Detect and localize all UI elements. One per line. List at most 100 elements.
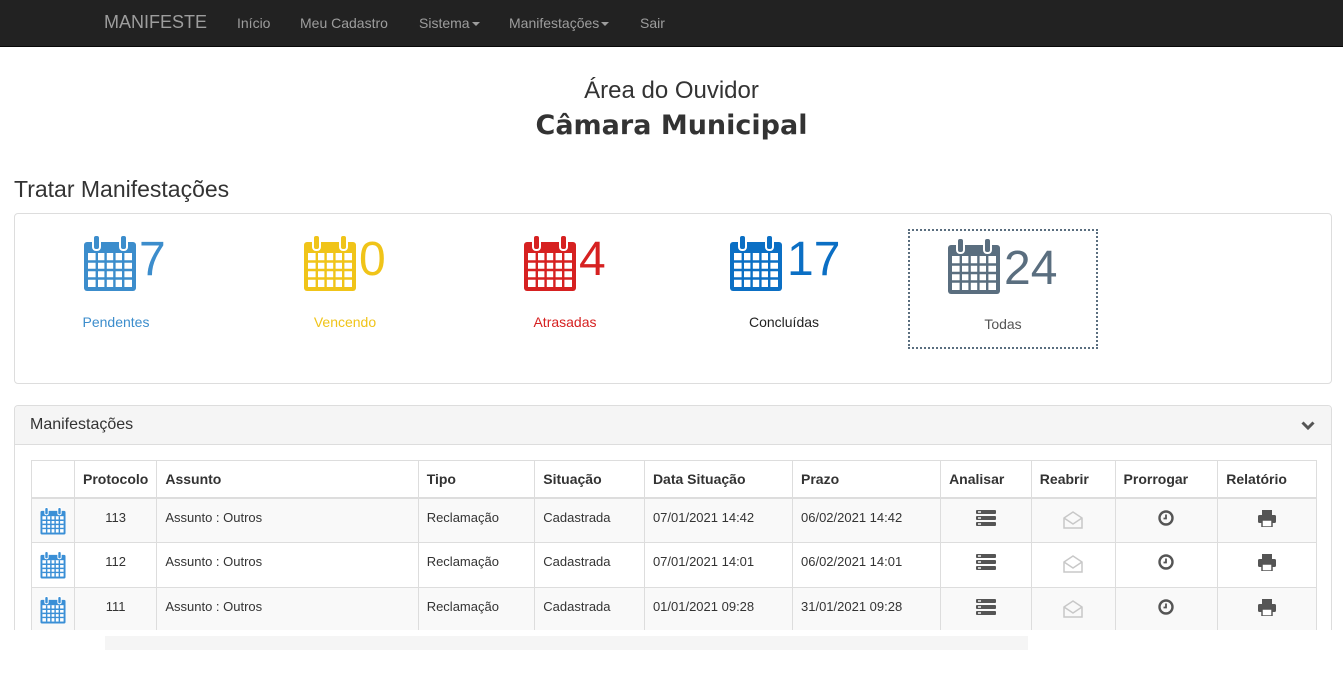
col-header-situacao[interactable]: Situação xyxy=(534,460,645,499)
list-icon[interactable] xyxy=(975,509,996,529)
nav-manifestacoes-label: Manifestações xyxy=(509,15,600,31)
table-row: 113 Assunto : Outros Reclamação Cadastra… xyxy=(31,497,1317,543)
table-row: 112 Assunto : Outros Reclamação Cadastra… xyxy=(31,542,1317,588)
brand-link[interactable]: MANIFESTE xyxy=(104,12,207,33)
stat-concluidas[interactable]: 17 Concluídas xyxy=(675,214,875,334)
caret-down-icon xyxy=(471,22,480,27)
nav-sistema-dropdown[interactable]: Sistema xyxy=(419,15,480,31)
print-icon[interactable] xyxy=(1258,509,1277,530)
stats-panel: 7 Pendentes 0 Vencendo 4 Atrasadas 17 Co… xyxy=(14,213,1332,384)
manifestacoes-panel: Manifestações Protocolo Assunto Tipo Sit… xyxy=(14,405,1332,645)
cell-tipo: Reclamação xyxy=(417,587,536,633)
cell-situacao: Cadastrada xyxy=(534,497,645,543)
cell-protocolo: 111 xyxy=(73,587,158,633)
col-header-data-situacao[interactable]: Data Situação xyxy=(643,460,794,499)
cell-analisar xyxy=(940,587,1032,633)
chevron-down-icon[interactable] xyxy=(1301,418,1315,434)
cell-prorrogar xyxy=(1114,542,1219,588)
envelope-open-icon[interactable] xyxy=(1062,599,1084,622)
nav-meu-cadastro[interactable]: Meu Cadastro xyxy=(300,15,388,31)
col-header-icon xyxy=(31,460,75,499)
stat-atrasadas[interactable]: 4 Atrasadas xyxy=(465,214,665,334)
table-row: 111 Assunto : Outros Reclamação Cadastra… xyxy=(31,587,1317,633)
col-header-prorrogar: Prorrogar xyxy=(1114,460,1219,499)
cell-reabrir xyxy=(1030,542,1116,588)
cell-situacao: Cadastrada xyxy=(534,587,645,633)
cell-analisar xyxy=(940,542,1032,588)
calendar-icon xyxy=(40,551,66,582)
cell-prazo: 31/01/2021 09:28 xyxy=(791,587,942,633)
envelope-open-icon[interactable] xyxy=(1062,510,1084,533)
nav-inicio[interactable]: Início xyxy=(237,15,270,31)
calendar-icon xyxy=(83,234,137,295)
panel-heading[interactable]: Manifestações xyxy=(15,406,1331,445)
stat-todas-label: Todas xyxy=(984,316,1022,332)
cell-assunto: Assunto : Outros xyxy=(156,587,419,633)
cell-tipo: Reclamação xyxy=(417,542,536,588)
col-header-relatorio: Relatório xyxy=(1217,460,1317,499)
cell-reabrir xyxy=(1030,587,1116,633)
cell-relatorio xyxy=(1217,587,1317,633)
row-calendar-cell xyxy=(31,587,75,633)
page-subtitle: Área do Ouvidor xyxy=(584,77,759,104)
col-header-analisar: Analisar xyxy=(940,460,1032,499)
stat-vencendo-count: 0 xyxy=(359,233,386,286)
stat-vencendo[interactable]: 0 Vencendo xyxy=(245,214,445,334)
stat-pendentes-label: Pendentes xyxy=(82,314,150,330)
calendar-icon xyxy=(40,596,66,627)
nav-sair[interactable]: Sair xyxy=(640,15,665,31)
col-header-prazo[interactable]: Prazo xyxy=(791,460,942,499)
page-bottom-shade xyxy=(105,636,1028,650)
list-icon[interactable] xyxy=(975,599,996,618)
stat-atrasadas-count: 4 xyxy=(579,233,606,286)
print-icon[interactable] xyxy=(1258,554,1277,574)
calendar-icon xyxy=(947,237,1001,298)
clock-icon[interactable] xyxy=(1158,554,1175,573)
stat-todas[interactable]: 24 Todas xyxy=(908,229,1098,349)
cell-protocolo: 112 xyxy=(73,542,158,588)
calendar-icon xyxy=(303,234,357,295)
cell-analisar xyxy=(940,497,1032,543)
cell-relatorio xyxy=(1217,542,1317,588)
list-icon[interactable] xyxy=(975,554,996,573)
section-title: Tratar Manifestações xyxy=(14,176,230,202)
envelope-open-icon[interactable] xyxy=(1062,554,1084,577)
cell-data-situacao: 07/01/2021 14:01 xyxy=(643,542,794,588)
panel-title: Manifestações xyxy=(30,416,134,433)
col-header-tipo[interactable]: Tipo xyxy=(417,460,536,499)
cell-assunto: Assunto : Outros xyxy=(156,497,419,543)
nav-sistema-label: Sistema xyxy=(419,15,470,31)
cell-data-situacao: 01/01/2021 09:28 xyxy=(643,587,794,633)
cell-prazo: 06/02/2021 14:01 xyxy=(791,542,942,588)
cell-prorrogar xyxy=(1114,497,1219,543)
clock-icon[interactable] xyxy=(1158,599,1175,618)
nav-manifestacoes-dropdown[interactable]: Manifestações xyxy=(509,15,610,31)
col-header-protocolo[interactable]: Protocolo xyxy=(73,460,158,499)
print-icon[interactable] xyxy=(1258,599,1277,619)
calendar-icon xyxy=(40,506,66,538)
stat-vencendo-label: Vencendo xyxy=(313,314,377,330)
top-navbar: MANIFESTE Início Meu Cadastro Sistema Ma… xyxy=(0,0,1343,47)
cell-prorrogar xyxy=(1114,587,1219,633)
stat-todas-count: 24 xyxy=(1004,242,1058,295)
cell-prazo: 06/02/2021 14:42 xyxy=(791,497,942,543)
cell-assunto: Assunto : Outros xyxy=(156,542,419,588)
cell-relatorio xyxy=(1217,497,1317,543)
stat-pendentes[interactable]: 7 Pendentes xyxy=(25,214,225,334)
cell-tipo: Reclamação xyxy=(417,497,536,543)
cell-situacao: Cadastrada xyxy=(534,542,645,588)
table-header-row: Protocolo Assunto Tipo Situação Data Sit… xyxy=(31,460,1317,499)
stat-concluidas-count: 17 xyxy=(787,233,841,286)
row-calendar-cell xyxy=(31,542,75,588)
col-header-assunto[interactable]: Assunto xyxy=(156,460,419,499)
stat-atrasadas-label: Atrasadas xyxy=(533,314,597,330)
calendar-icon xyxy=(729,234,783,295)
page-title: Câmara Municipal xyxy=(535,110,808,141)
caret-down-icon xyxy=(601,22,610,27)
clock-icon[interactable] xyxy=(1158,509,1175,529)
col-header-reabrir: Reabrir xyxy=(1030,460,1116,499)
manifestacoes-table: Protocolo Assunto Tipo Situação Data Sit… xyxy=(31,460,1317,633)
stat-pendentes-count: 7 xyxy=(139,233,166,286)
cell-data-situacao: 07/01/2021 14:42 xyxy=(643,497,794,543)
stat-concluidas-label: Concluídas xyxy=(748,314,820,330)
